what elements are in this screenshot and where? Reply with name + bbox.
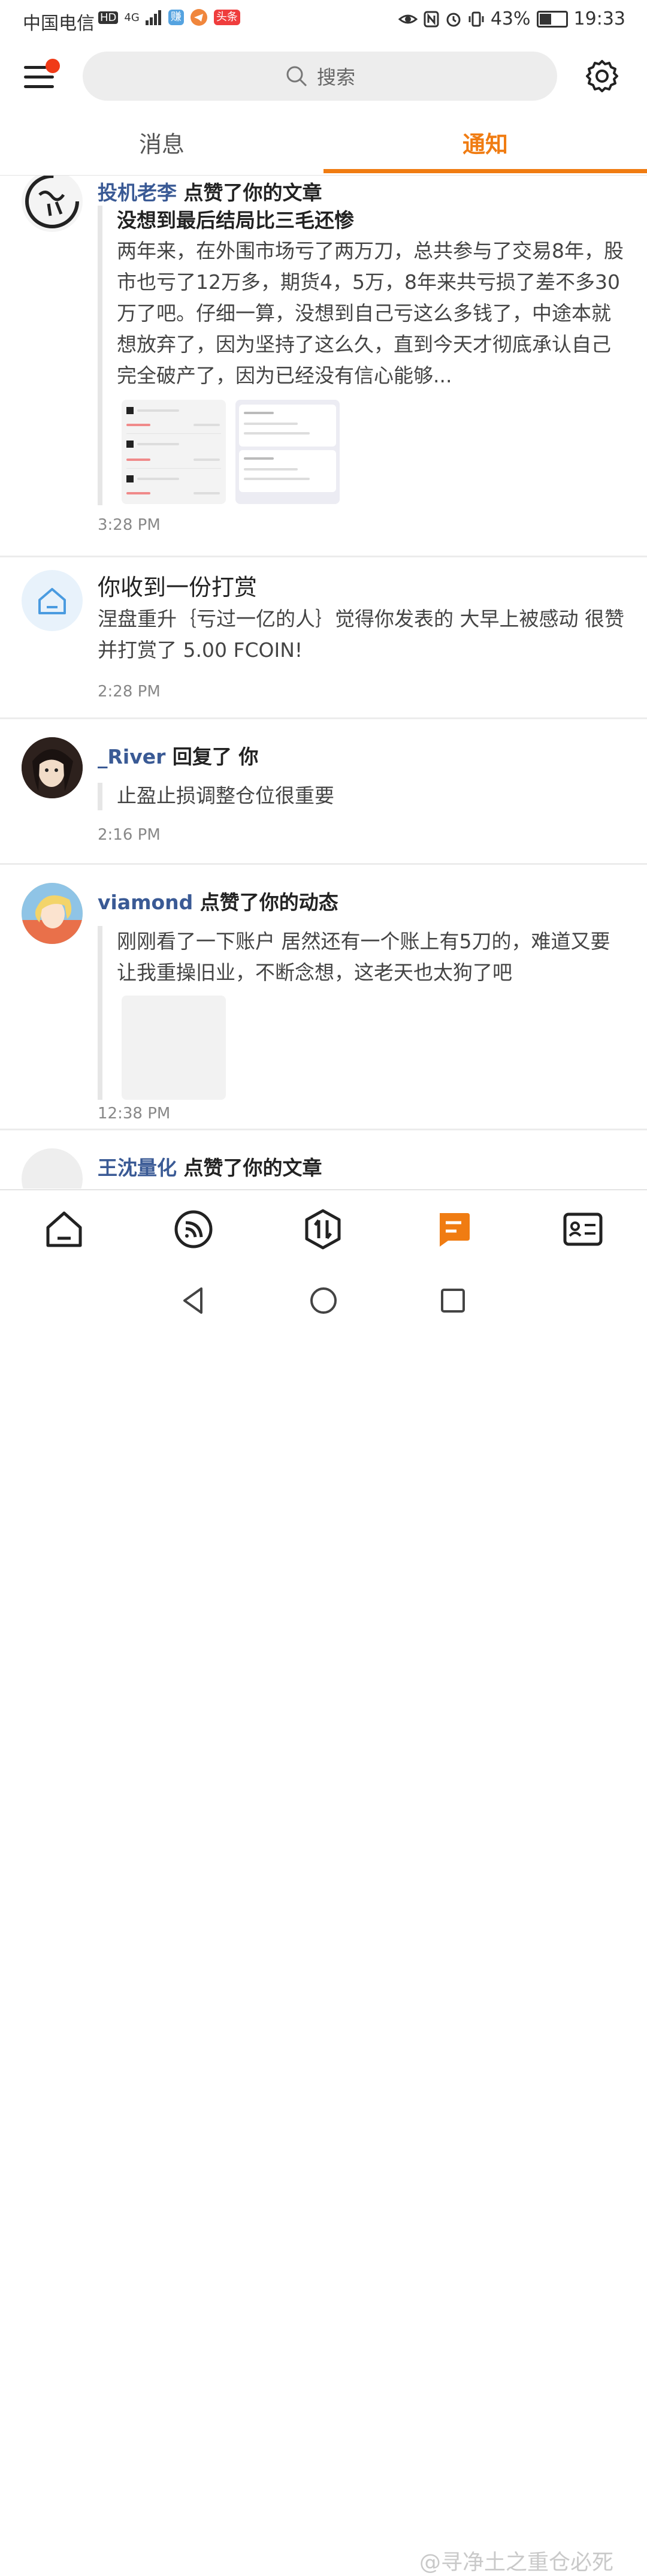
eye-icon xyxy=(398,14,418,23)
list-item[interactable]: 王沈量化 点赞了你的文章 xyxy=(0,1130,647,1189)
home-icon xyxy=(38,588,66,614)
telegram-icon xyxy=(190,9,207,26)
system-navigation-bar: @寻净土之重仓必死 xyxy=(0,1268,647,2575)
menu-icon-line xyxy=(24,85,54,88)
reward-amount: 5.00 FCOIN xyxy=(183,638,295,662)
status-bar: 中国电信 HD 4G 赚 头条 43% 19:33 xyxy=(0,0,647,38)
avatar[interactable] xyxy=(22,883,83,944)
toutiao-icon: 头条 xyxy=(213,10,240,25)
back-icon[interactable] xyxy=(179,1285,210,1316)
hd-badge: HD xyxy=(98,11,119,24)
avatar xyxy=(22,570,83,631)
reply-quote[interactable]: 止盈止损调整仓位很重要 xyxy=(98,783,626,810)
home-circle-icon[interactable] xyxy=(308,1285,339,1316)
image-thumbnail[interactable] xyxy=(122,996,226,1100)
action-text: 点赞了你的文章 xyxy=(183,1156,322,1180)
active-tab-indicator xyxy=(324,169,647,173)
search-placeholder: 搜索 xyxy=(316,66,355,89)
battery-icon xyxy=(536,10,568,28)
quoted-article[interactable]: 没想到最后结局比三毛还惨 两年来，在外围市场亏了两万刀，总共参与了交易8年，股市… xyxy=(98,206,626,505)
avatar[interactable] xyxy=(22,1148,83,1189)
nfc-icon xyxy=(424,11,439,27)
action-text: 点赞了你的文章 xyxy=(183,181,322,204)
list-item[interactable]: 投机老李 点赞了你的文章 没想到最后结局比三毛还惨 两年来，在外围市场亏了两万刀… xyxy=(0,176,647,557)
nav-profile-card-icon[interactable] xyxy=(562,1208,604,1250)
reward-exclaim: ! xyxy=(294,638,303,662)
menu-icon xyxy=(24,66,47,69)
quoted-post[interactable]: 刚刚看了一下账户 居然还有一个账上有5刀的，难道又要让我重操旧业，不断念想，这老… xyxy=(98,926,626,1100)
settings-gear-icon[interactable] xyxy=(585,59,619,93)
reward-text: ｛亏过一亿的人｝觉得你发表的 xyxy=(177,607,453,631)
user-photo-icon xyxy=(22,883,83,944)
nav-trade-icon[interactable] xyxy=(302,1208,344,1250)
avatar[interactable] xyxy=(22,737,83,798)
notification-list: 投机老李 点赞了你的文章 没想到最后结局比三毛还惨 两年来，在外围市场亏了两万刀… xyxy=(0,176,647,1189)
avatar[interactable] xyxy=(22,176,83,232)
username-link[interactable]: _River xyxy=(98,745,165,768)
alarm-icon xyxy=(446,13,461,26)
recents-icon[interactable] xyxy=(437,1285,468,1316)
notification-headline: 王沈量化 点赞了你的文章 xyxy=(98,1152,322,1181)
username-link[interactable]: viamond xyxy=(98,891,193,914)
battery-percent: 43% xyxy=(490,8,531,29)
reply-text: 止盈止损调整仓位很重要 xyxy=(117,784,334,807)
search-input[interactable]: 搜索 xyxy=(83,52,557,101)
status-icons-left: HD 4G 赚 头条 xyxy=(98,8,240,26)
timestamp: 3:28 PM xyxy=(98,516,161,534)
nav-messages-icon[interactable] xyxy=(433,1208,474,1250)
tab-messages[interactable]: 消息 xyxy=(0,117,324,174)
network-type: 4G xyxy=(124,11,140,24)
list-item[interactable]: viamond 点赞了你的动态 刚刚看了一下账户 居然还有一个账上有5刀的，难道… xyxy=(0,865,647,1130)
timestamp: 2:28 PM xyxy=(98,683,161,701)
username-link[interactable]: 投机老李 xyxy=(98,181,177,204)
menu-icon-line xyxy=(24,76,54,79)
action-text: 回复了 你 xyxy=(172,745,259,768)
bottom-navigation xyxy=(0,1189,647,1268)
article-excerpt: 两年来，在外围市场亏了两万刀，总共参与了交易8年，股市也亏了12万多，期货4，5… xyxy=(117,239,624,387)
menu-button[interactable] xyxy=(24,59,60,92)
search-icon xyxy=(286,66,307,87)
watermark: @寻净土之重仓必死 xyxy=(419,2550,614,2575)
top-bar: 搜索 xyxy=(0,48,647,104)
notification-headline: _River 回复了 你 xyxy=(98,741,258,770)
nav-feed-icon[interactable] xyxy=(173,1208,214,1250)
screenshot-thumbnail[interactable] xyxy=(122,400,226,504)
sender-name[interactable]: 涅盘重升 xyxy=(98,607,177,631)
timestamp: 12:38 PM xyxy=(98,1105,171,1123)
reward-message: 涅盘重升｛亏过一亿的人｝觉得你发表的 大早上被感动 很赞并打赏了 5.00 FC… xyxy=(98,604,625,666)
list-item[interactable]: 你收到一份打赏 涅盘重升｛亏过一亿的人｝觉得你发表的 大早上被感动 很赞并打赏了… xyxy=(0,556,647,719)
user-photo-icon xyxy=(22,737,83,798)
nav-home-icon[interactable] xyxy=(43,1208,85,1250)
action-text: 点赞了你的动态 xyxy=(199,891,338,914)
ink-brush-avatar-icon xyxy=(25,176,79,228)
app-notice-icon: 赚 xyxy=(168,10,184,25)
tab-bar: 消息 通知 xyxy=(0,117,647,174)
notification-headline: viamond 点赞了你的动态 xyxy=(98,886,338,915)
clock: 19:33 xyxy=(573,8,625,29)
tab-notifications[interactable]: 通知 xyxy=(324,117,647,174)
timestamp: 2:16 PM xyxy=(98,826,161,844)
username-link[interactable]: 王沈量化 xyxy=(98,1156,177,1180)
screenshot-thumbnail[interactable] xyxy=(235,400,340,504)
signal-icon xyxy=(145,10,161,25)
notification-dot xyxy=(46,59,60,73)
carrier-name: 中国电信 xyxy=(23,13,95,34)
status-icons-right: 43% 19:33 xyxy=(398,8,625,29)
reward-title: 你收到一份打赏 xyxy=(98,574,258,601)
list-item[interactable]: _River 回复了 你 止盈止损调整仓位很重要 2:16 PM xyxy=(0,719,647,865)
article-title: 没想到最后结局比三毛还惨 xyxy=(117,209,354,232)
vibrate-icon xyxy=(468,11,484,26)
post-text: 刚刚看了一下账户 居然还有一个账上有5刀的，难道又要让我重操旧业，不断念想，这老… xyxy=(117,930,610,984)
notification-headline: 投机老李 点赞了你的文章 xyxy=(98,177,322,206)
article-link[interactable]: 大早上被感动 xyxy=(460,607,579,631)
